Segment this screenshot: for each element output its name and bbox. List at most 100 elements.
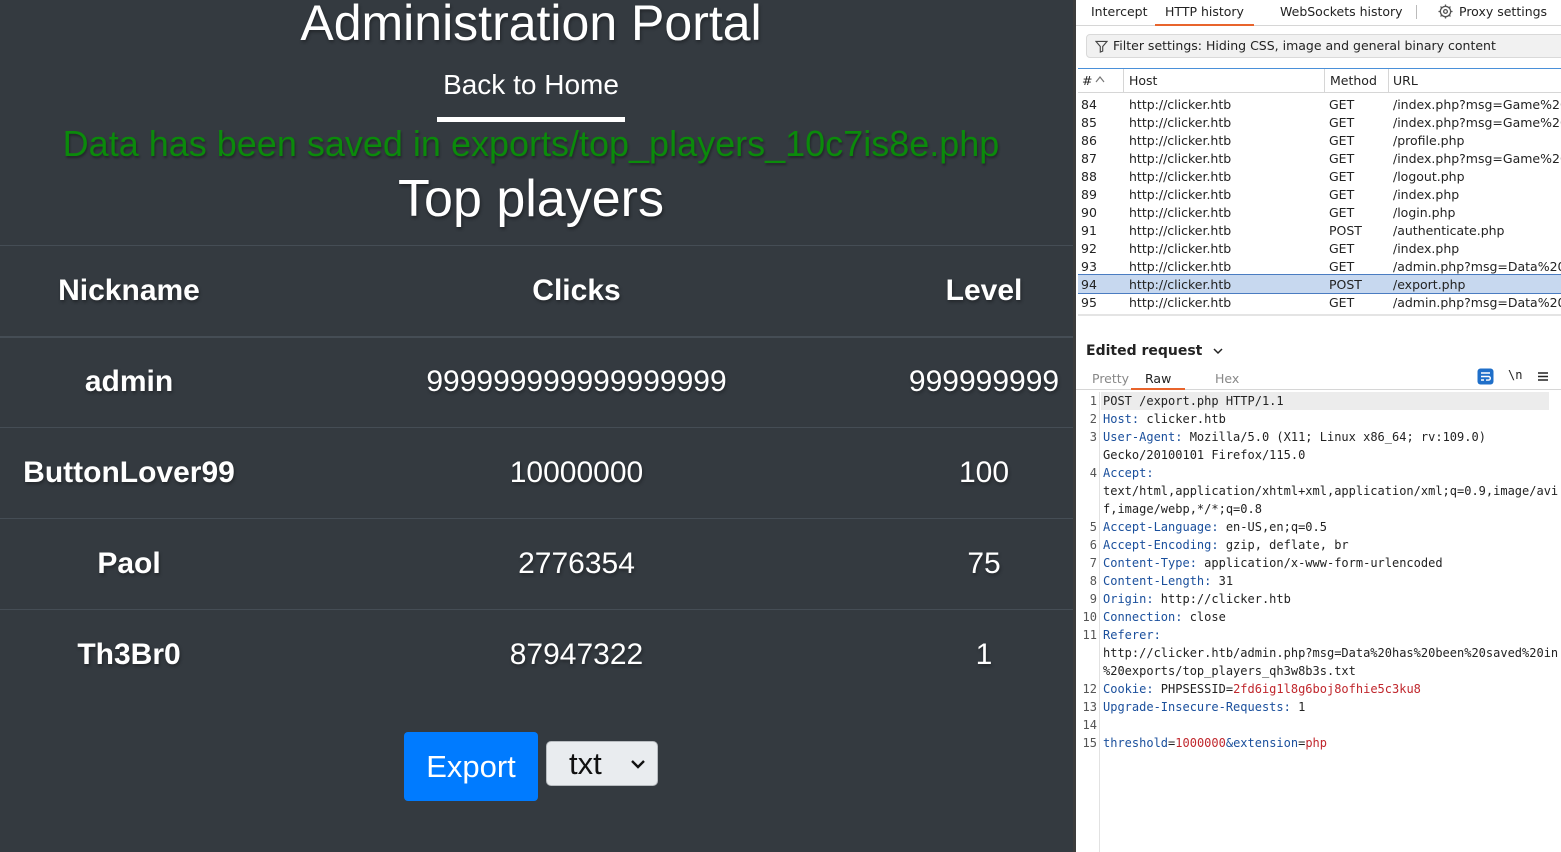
header-value: gzip, deflate, br xyxy=(1218,538,1349,552)
request-line: 4 Accept: xyxy=(1076,464,1561,482)
request-line: 6 Accept-Encoding: gzip, deflate, br xyxy=(1076,536,1561,554)
header-name: Content-Type: xyxy=(1103,556,1197,570)
player-clicks: 999999999999999999 xyxy=(258,336,895,428)
http-history-table: # Host Method URL 84 http://clicker.htb GE… xyxy=(1078,68,1561,316)
header-value: %20exports/top_players_qh3w8b3s.txt xyxy=(1103,664,1356,678)
column-header-host[interactable]: Host xyxy=(1129,73,1157,88)
player-nickname: Th3Br0 xyxy=(0,609,258,701)
history-row-url: /authenticate.php xyxy=(1393,223,1505,238)
header-value: text/html,application/xhtml+xml,applicat… xyxy=(1103,484,1559,498)
history-row-url: /index.php xyxy=(1393,241,1460,256)
tab-intercept[interactable]: Intercept xyxy=(1091,4,1147,26)
header-name: Host: xyxy=(1103,412,1140,426)
header-name: Accept-Encoding: xyxy=(1103,538,1219,552)
extension-select-value: txt xyxy=(569,746,602,781)
player-nickname: Paol xyxy=(0,518,258,610)
history-row[interactable]: 93 http://clicker.htb GET/admin.php?msg=Da… xyxy=(1078,257,1561,275)
line-content: Accept-Language: en-US,en;q=0.5 xyxy=(1103,518,1327,536)
tab-proxy-settings[interactable]: Proxy settings xyxy=(1459,4,1547,26)
history-row-url: /index.php?msg=Game%20ha xyxy=(1393,115,1561,130)
history-row-method: GET xyxy=(1329,133,1355,148)
history-row-number: 91 xyxy=(1081,223,1097,238)
request-line: 5 Accept-Language: en-US,en;q=0.5 xyxy=(1076,518,1561,536)
history-row-host: http://clicker.htb xyxy=(1129,295,1232,310)
history-row[interactable]: 88 http://clicker.htb GET/logout.php xyxy=(1078,167,1561,185)
wrap-lines-icon[interactable] xyxy=(1477,368,1494,385)
column-header-nickname: Nickname xyxy=(0,245,258,338)
history-row[interactable]: 92 http://clicker.htb GET/index.php xyxy=(1078,239,1561,257)
column-divider xyxy=(1324,69,1325,93)
line-number: 2 xyxy=(1089,412,1097,426)
menu-icon[interactable] xyxy=(1534,368,1551,385)
table-row: admin 999999999999999999 999999999 xyxy=(0,336,1073,428)
player-clicks: 10000000 xyxy=(258,427,895,519)
history-row[interactable]: 90 http://clicker.htb GET/login.php xyxy=(1078,203,1561,221)
player-nickname: admin xyxy=(0,336,258,428)
show-newlines-toggle[interactable]: \n xyxy=(1508,368,1522,387)
history-row[interactable]: 95 http://clicker.htb GET/admin.php?msg=Da… xyxy=(1078,293,1561,311)
chevron-down-icon xyxy=(1213,348,1223,355)
table-row: Paol 2776354 75 xyxy=(0,518,1073,610)
highlighted-value: 1000000 xyxy=(1175,736,1226,750)
header-name: User-Agent: xyxy=(1103,430,1183,444)
header-value: Gecko/20100101 Firefox/115.0 xyxy=(1103,448,1306,462)
header-name: Referer: xyxy=(1103,628,1161,642)
history-row[interactable]: 84 http://clicker.htb GET/index.php?msg=Ga… xyxy=(1078,95,1561,113)
tab-http-history[interactable]: HTTP history xyxy=(1155,4,1254,26)
column-header-url[interactable]: URL xyxy=(1393,73,1418,88)
column-header-method[interactable]: Method xyxy=(1330,73,1377,88)
raw-request-editor[interactable]: 1 POST /export.php HTTP/1.1 2 Host: clicker… xyxy=(1076,392,1561,852)
header-name: Connection: xyxy=(1103,610,1183,624)
history-row[interactable]: 94 http://clicker.htb POST/export.php xyxy=(1078,274,1561,294)
history-row-url: /login.php xyxy=(1393,205,1456,220)
line-number: 14 xyxy=(1082,718,1097,732)
line-number: 4 xyxy=(1089,466,1097,480)
column-header-number[interactable]: # xyxy=(1082,73,1092,88)
extension-select[interactable]: txt xyxy=(546,741,658,786)
line-content: Host: clicker.htb xyxy=(1103,410,1226,428)
history-row-number: 92 xyxy=(1081,241,1097,256)
line-content: Accept: xyxy=(1103,464,1154,482)
history-row-method: GET xyxy=(1329,115,1355,130)
line-number: 3 xyxy=(1089,430,1097,444)
proxy-tab-bar: Intercept HTTP history WebSockets histor… xyxy=(1076,0,1561,26)
request-line: http://clicker.htb/admin.php?msg=Data%20… xyxy=(1076,644,1561,662)
request-line: 13 Upgrade-Insecure-Requests: 1 xyxy=(1076,698,1561,716)
history-row[interactable]: 91 http://clicker.htb POST/authenticate.ph… xyxy=(1078,221,1561,239)
history-row-method: GET xyxy=(1329,97,1355,112)
request-line: 7 Content-Type: application/x-www-form-ur… xyxy=(1076,554,1561,572)
header-value: 1 xyxy=(1290,700,1306,714)
line-content: Origin: http://clicker.htb xyxy=(1103,590,1291,608)
tab-websockets-history[interactable]: WebSockets history xyxy=(1280,4,1403,26)
back-to-home-link[interactable]: Back to Home xyxy=(437,66,625,122)
line-content: Cookie: PHPSESSID=2fd6ig1l8g6boj8ofhie5c… xyxy=(1103,680,1421,698)
history-header-row: # Host Method URL xyxy=(1078,69,1561,93)
player-clicks: 2776354 xyxy=(258,518,895,610)
filter-settings-bar[interactable]: Filter settings: Hiding CSS, image and g… xyxy=(1086,34,1561,58)
tab-raw[interactable]: Raw xyxy=(1131,371,1186,390)
line-content: User-Agent: Mozilla/5.0 (X11; Linux x86_… xyxy=(1103,428,1486,446)
tab-hex[interactable]: Hex xyxy=(1215,371,1239,390)
horizontal-scrollbar[interactable] xyxy=(1078,314,1561,316)
header-value: http://clicker.htb xyxy=(1153,592,1291,606)
history-row[interactable]: 89 http://clicker.htb GET/index.php xyxy=(1078,185,1561,203)
edited-request-title[interactable]: Edited request xyxy=(1086,343,1223,359)
history-row-method: POST xyxy=(1329,223,1362,238)
edited-request-label: Edited request xyxy=(1086,343,1203,359)
history-row-host: http://clicker.htb xyxy=(1129,223,1232,238)
history-row[interactable]: 87 http://clicker.htb GET/index.php?msg=Ga… xyxy=(1078,149,1561,167)
player-level: 75 xyxy=(895,518,1073,610)
line-number: 10 xyxy=(1082,610,1097,624)
highlighted-value: 2fd6ig1l8g6boj8ofhie5c3ku8 xyxy=(1233,682,1421,696)
tab-divider xyxy=(1416,5,1417,19)
header-name: Origin: xyxy=(1103,592,1154,606)
tab-pretty[interactable]: Pretty xyxy=(1092,371,1129,390)
history-row-number: 84 xyxy=(1081,97,1097,112)
request-line: 9 Origin: http://clicker.htb xyxy=(1076,590,1561,608)
history-row[interactable]: 86 http://clicker.htb GET/profile.php xyxy=(1078,131,1561,149)
history-row-url: /index.php?msg=Game%20ha xyxy=(1393,97,1561,112)
history-row[interactable]: 85 http://clicker.htb GET/index.php?msg=Ga… xyxy=(1078,113,1561,131)
history-row-host: http://clicker.htb xyxy=(1129,205,1232,220)
player-level: 1 xyxy=(895,609,1073,701)
export-button[interactable]: Export xyxy=(404,732,538,801)
